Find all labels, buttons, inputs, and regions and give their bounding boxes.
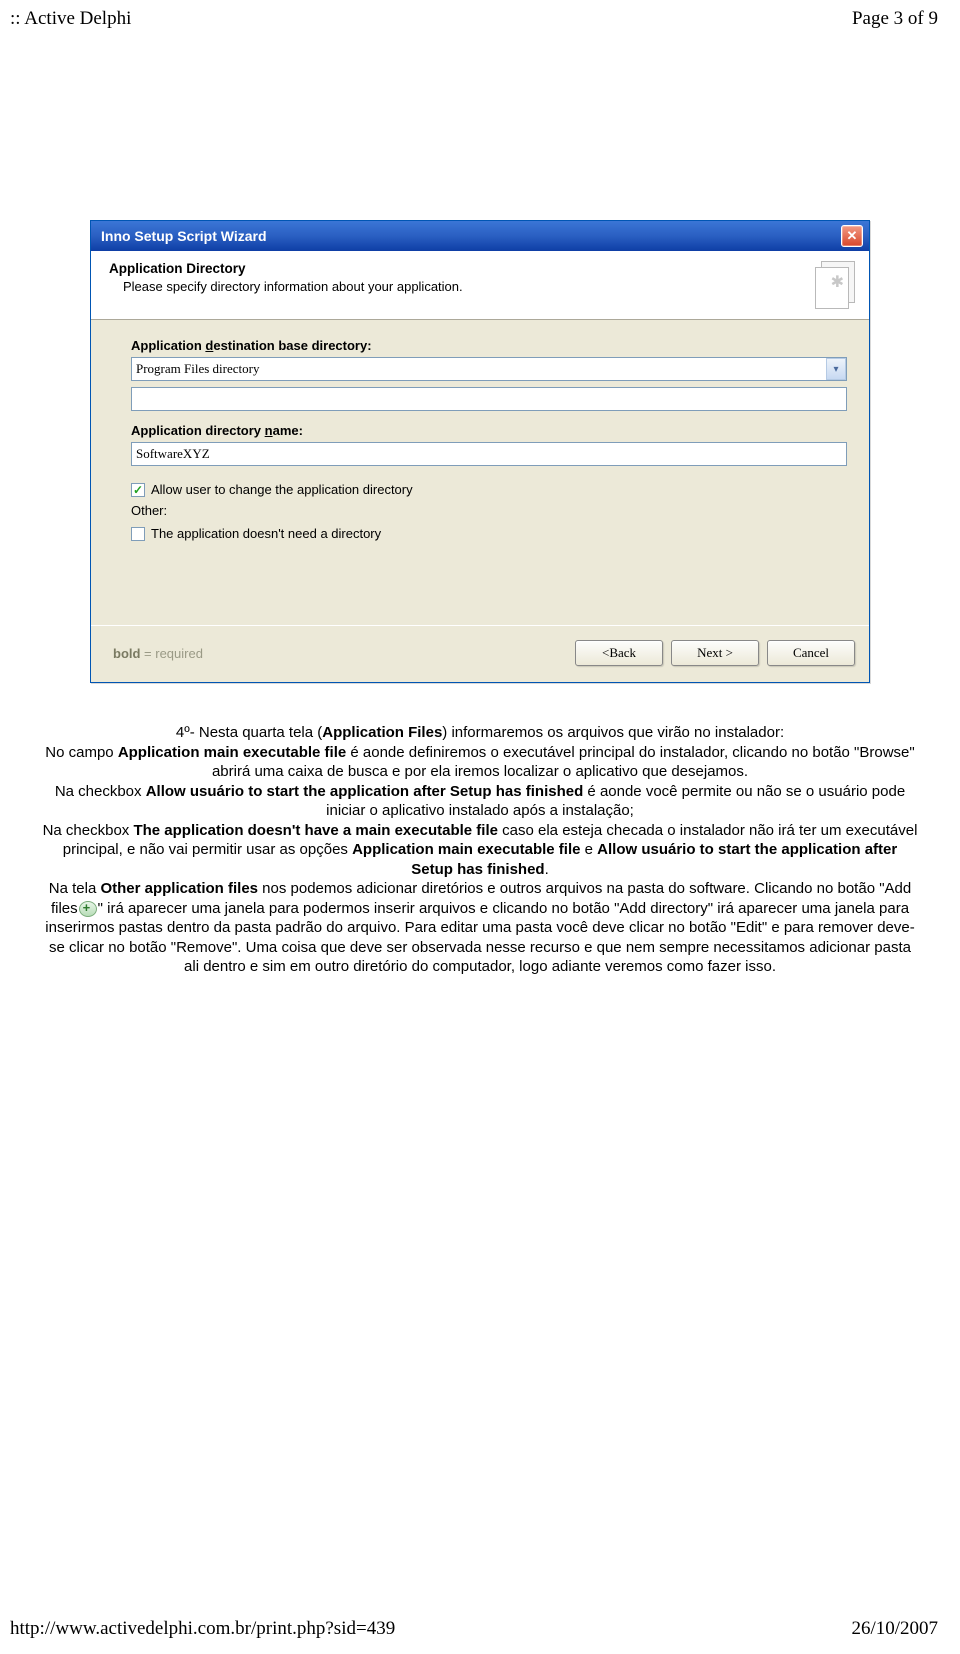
header-title: :: Active Delphi: [10, 8, 131, 30]
panel-heading: Application Directory: [109, 261, 463, 276]
dest-subpath-input[interactable]: [131, 387, 847, 411]
dialog-title: Inno Setup Script Wizard: [101, 228, 267, 244]
chevron-down-icon[interactable]: ▾: [826, 358, 846, 380]
header-page: Page 3 of 9: [852, 8, 938, 30]
wizard-dialog: Inno Setup Script Wizard ✕ Application D…: [90, 220, 870, 683]
panel-subtitle: Please specify directory information abo…: [123, 279, 463, 294]
titlebar: Inno Setup Script Wizard ✕: [91, 221, 869, 251]
close-icon[interactable]: ✕: [841, 225, 863, 247]
allow-change-label: Allow user to change the application dir…: [151, 482, 413, 497]
dirname-label: Application directory name:: [131, 423, 847, 438]
footer-url: http://www.activedelphi.com.br/print.php…: [10, 1618, 395, 1640]
dest-select[interactable]: Program Files directory ▾: [131, 357, 847, 381]
dialog-body: Application destination base directory: …: [91, 320, 869, 625]
dest-select-value: Program Files directory: [136, 361, 259, 377]
checkbox-checked-icon[interactable]: ✓: [131, 483, 145, 497]
page-header: :: Active Delphi Page 3 of 9: [0, 0, 960, 30]
checkbox-unchecked-icon[interactable]: [131, 527, 145, 541]
article-body: 4º- Nesta quarta tela (Application Files…: [0, 683, 960, 977]
dirname-input[interactable]: [131, 442, 847, 466]
bold-required-hint: bold = required: [113, 646, 203, 661]
cancel-button[interactable]: Cancel: [767, 640, 855, 666]
other-label: Other:: [131, 503, 847, 518]
nodir-label: The application doesn't need a directory: [151, 526, 381, 541]
allow-change-checkbox-row[interactable]: ✓ Allow user to change the application d…: [131, 482, 847, 497]
dialog-header: Application Directory Please specify dir…: [91, 251, 869, 320]
next-button[interactable]: Next >: [671, 640, 759, 666]
add-files-icon: [79, 901, 97, 917]
dest-label: Application destination base directory:: [131, 338, 847, 353]
document-icon: ✱: [811, 261, 855, 309]
page-footer: http://www.activedelphi.com.br/print.php…: [10, 1618, 938, 1640]
footer-date: 26/10/2007: [851, 1618, 938, 1640]
nodir-checkbox-row[interactable]: The application doesn't need a directory: [131, 526, 847, 541]
back-button[interactable]: < Back: [575, 640, 663, 666]
dialog-footer: bold = required < Back Next > Cancel: [91, 625, 869, 682]
